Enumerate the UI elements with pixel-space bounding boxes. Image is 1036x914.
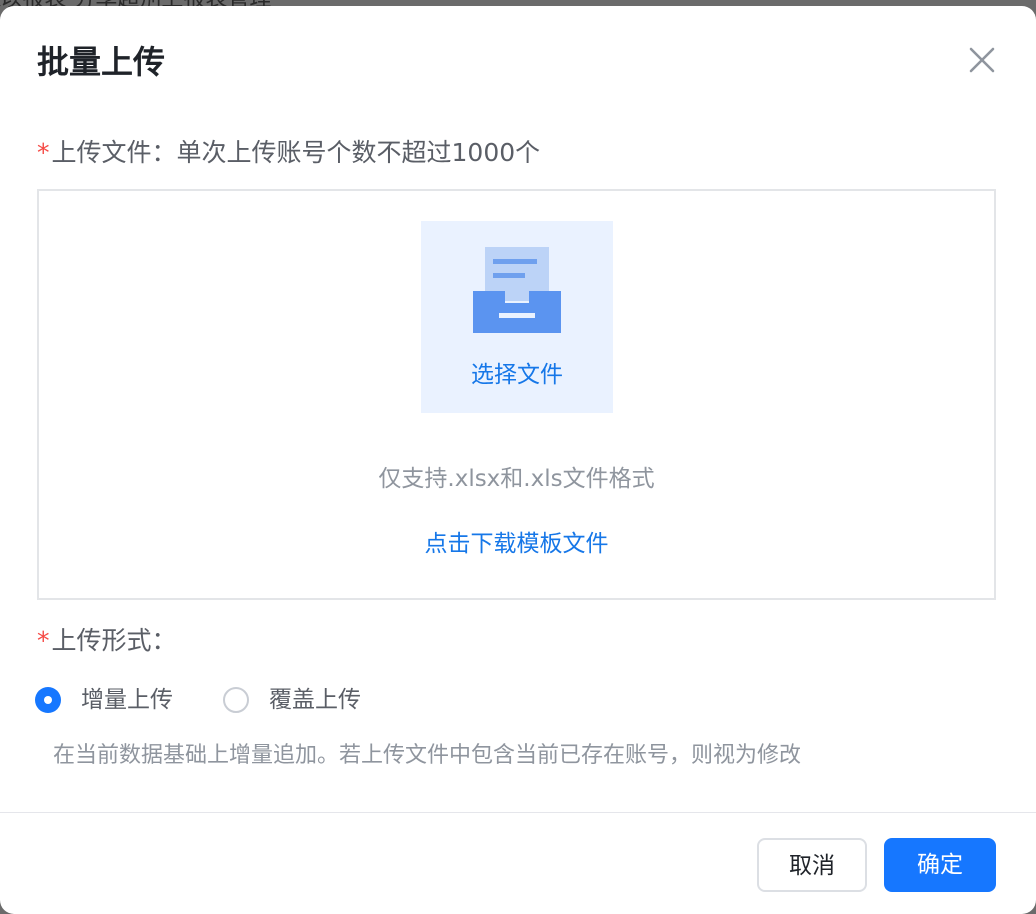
footer-divider — [0, 812, 1036, 813]
download-template-link[interactable]: 点击下载模板文件 — [39, 530, 994, 558]
inbox-tray-icon — [473, 247, 561, 333]
required-mark: * — [37, 138, 50, 167]
close-icon — [969, 47, 995, 73]
upload-file-label-text: 上传文件：单次上传账号个数不超过1000个 — [51, 138, 541, 167]
select-file-button[interactable]: 选择文件 — [421, 221, 613, 413]
radio-checked-icon — [35, 687, 61, 713]
required-mark: * — [37, 626, 50, 655]
upload-dropzone[interactable]: 选择文件 仅支持.xlsx和.xls文件格式 点击下载模板文件 — [37, 189, 996, 600]
cancel-button[interactable]: 取消 — [757, 838, 867, 892]
file-format-hint: 仅支持.xlsx和.xls文件格式 — [378, 466, 655, 492]
radio-label: 覆盖上传 — [269, 687, 361, 713]
upload-mode-label: *上传形式： — [37, 626, 177, 656]
upload-mode-description: 在当前数据基础上增量追加。若上传文件中包含当前已存在账号，则视为修改 — [53, 743, 802, 768]
close-button[interactable] — [964, 42, 1000, 78]
radio-incremental-upload[interactable]: 增量上传 — [35, 682, 173, 718]
confirm-button[interactable]: 确定 — [884, 838, 996, 892]
dialog-title: 批量上传 — [37, 43, 166, 81]
batch-upload-dialog: 批量上传 *上传文件：单次上传账号个数不超过1000个 选择文件 仅支持.xls… — [0, 6, 1036, 914]
select-file-label: 选择文件 — [471, 362, 563, 388]
radio-overwrite-upload[interactable]: 覆盖上传 — [223, 682, 361, 718]
upload-file-label: *上传文件：单次上传账号个数不超过1000个 — [37, 138, 540, 168]
upload-mode-label-text: 上传形式： — [51, 626, 177, 655]
radio-unchecked-icon — [223, 687, 249, 713]
radio-label: 增量上传 — [81, 687, 173, 713]
